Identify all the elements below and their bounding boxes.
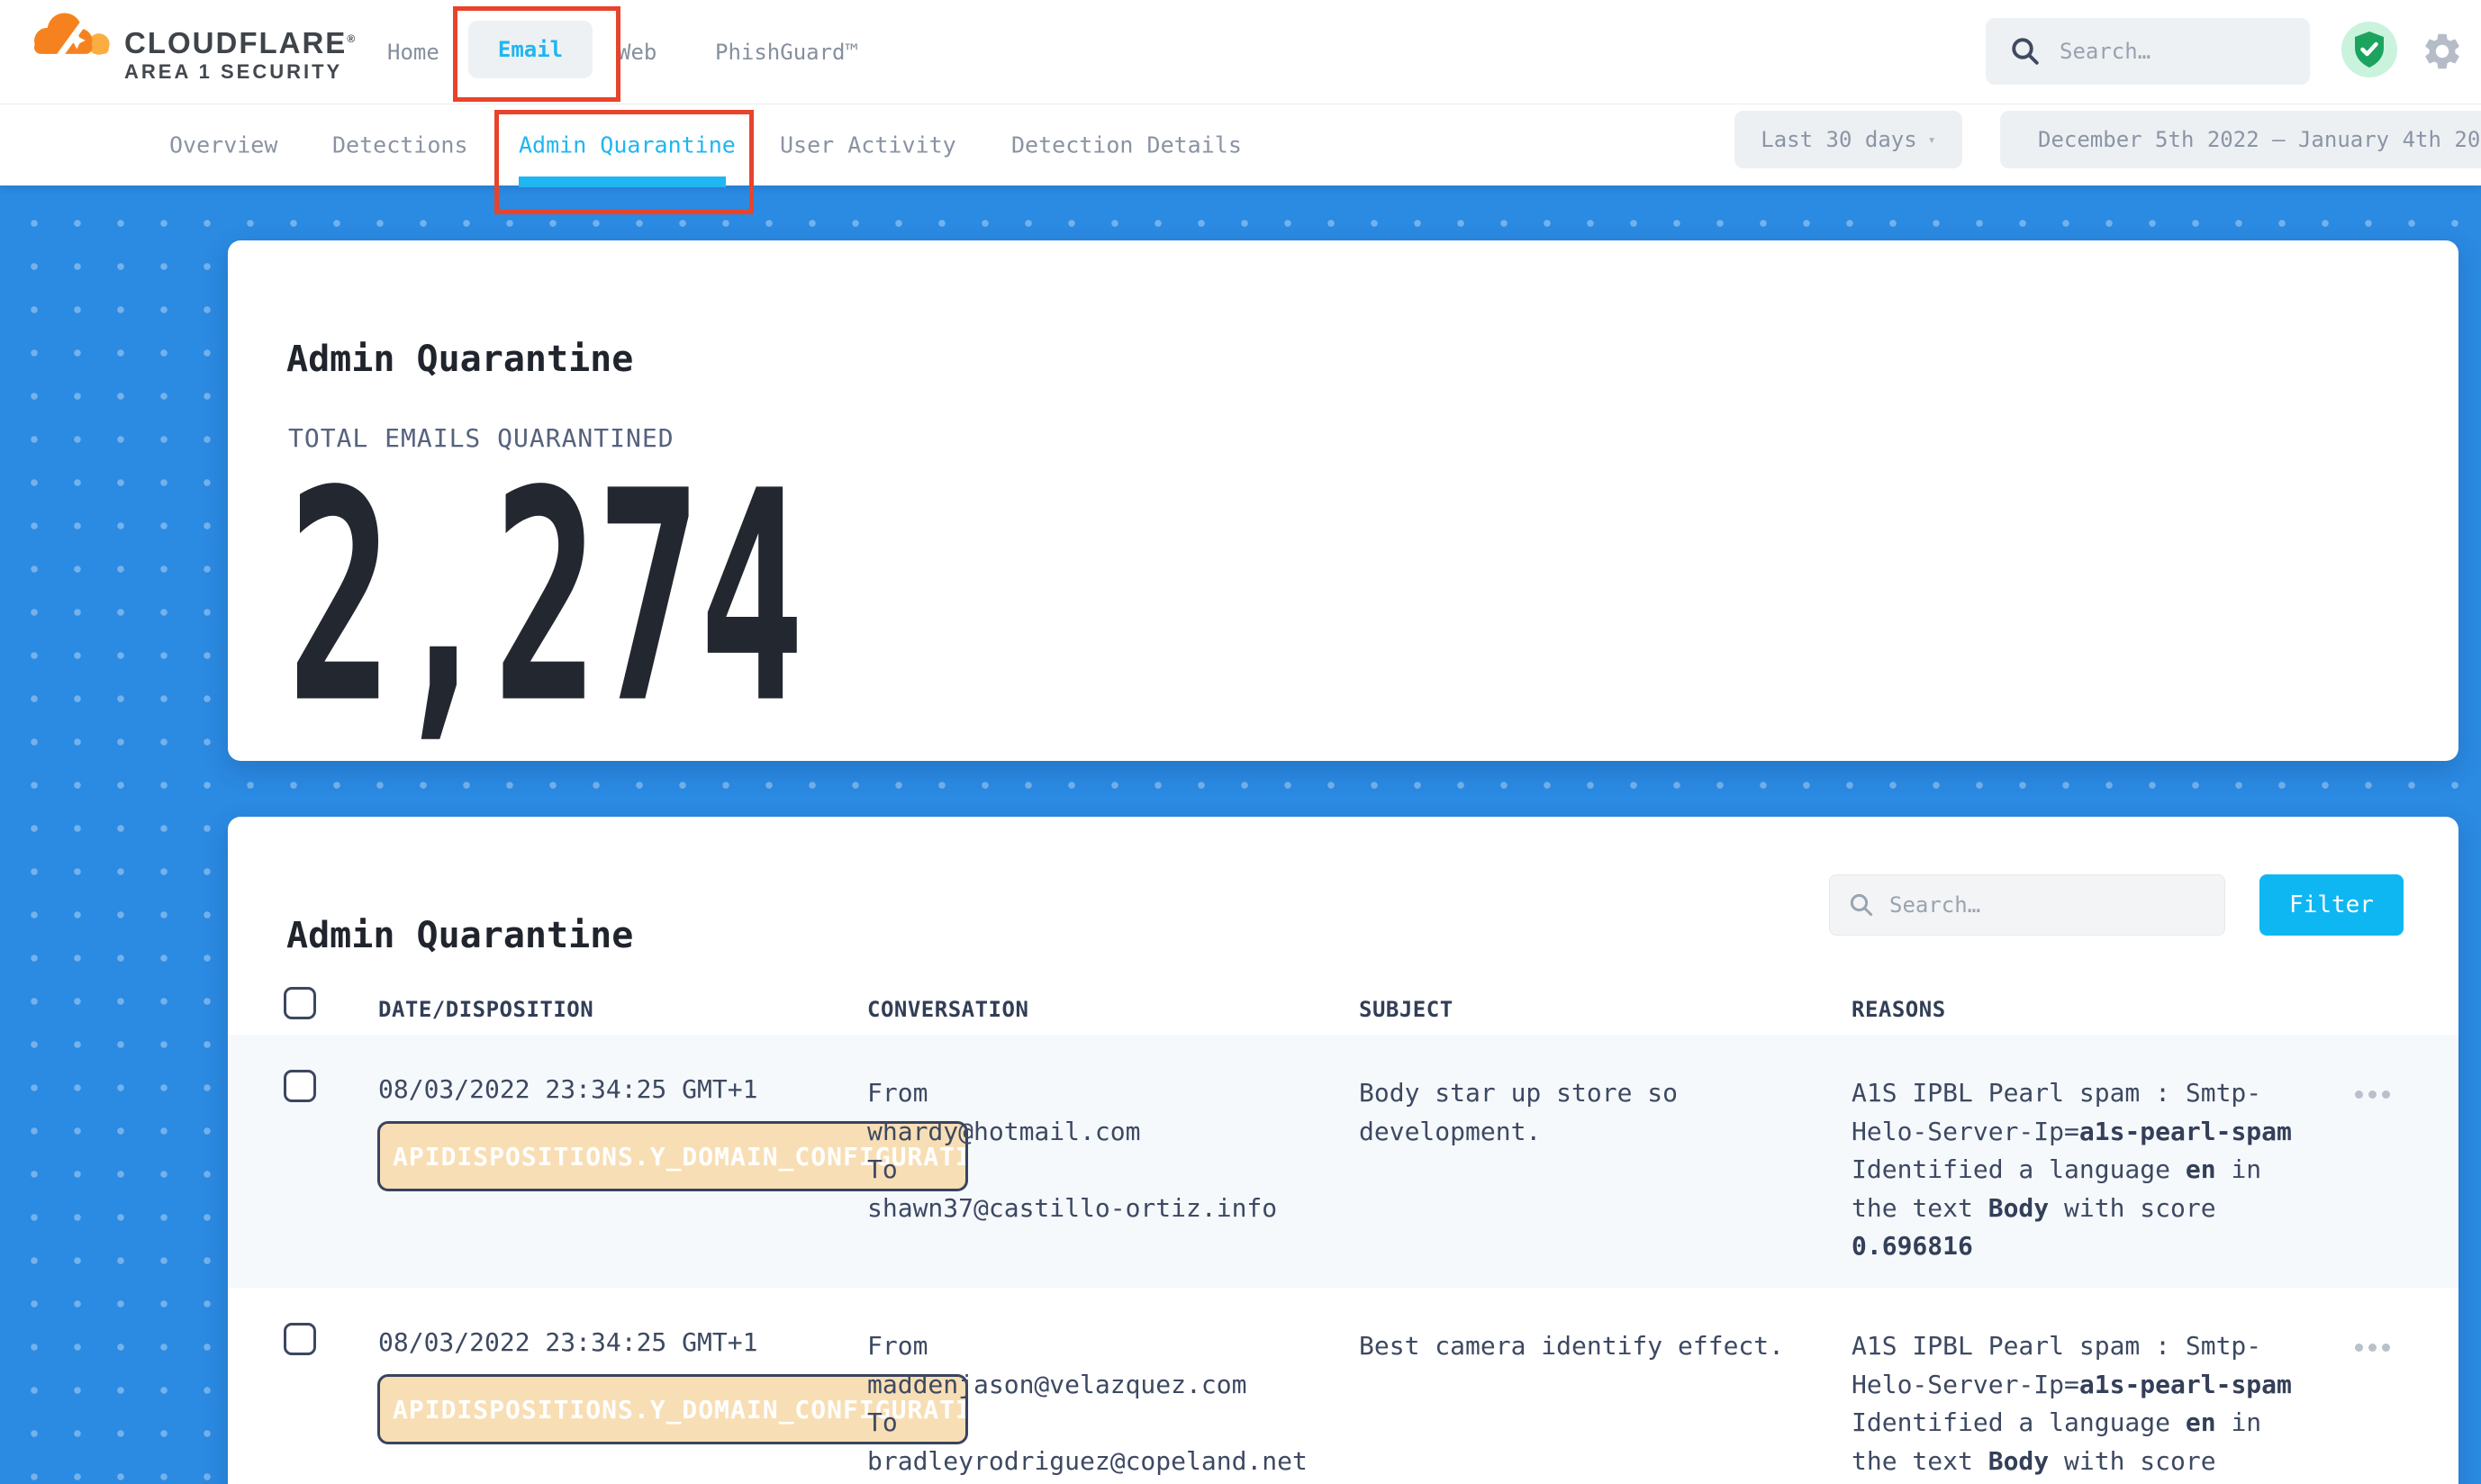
date-range-dropdown-label: Last 30 days <box>1761 127 1916 152</box>
row-reasons: A1S IPBL Pearl spam : Smtp-Helo-Server-I… <box>1852 1074 2338 1266</box>
brand-trademark: ® <box>347 32 357 45</box>
row-checkbox[interactable] <box>284 1323 316 1355</box>
brand-logo[interactable]: CLOUDFLARE® AREA 1 SECURITY <box>25 7 357 86</box>
row-checkbox[interactable] <box>284 1070 316 1102</box>
table-card-title: Admin Quarantine <box>286 915 633 956</box>
table-search-input[interactable] <box>1888 891 2224 918</box>
search-icon <box>1848 891 1875 918</box>
row-conversation: From whardy@hotmail.com To shawn37@casti… <box>867 1074 1354 1227</box>
to-address[interactable]: shawn37@castillo-ortiz.info <box>867 1190 1354 1228</box>
column-header-date[interactable]: DATE/DISPOSITION <box>378 997 593 1022</box>
global-search-input[interactable] <box>2058 38 2310 65</box>
column-header-reasons[interactable]: REASONS <box>1852 997 1946 1022</box>
tab-admin-quarantine[interactable]: Admin Quarantine <box>519 131 736 158</box>
from-label: From <box>867 1074 1354 1113</box>
brand-name: CLOUDFLARE <box>124 26 347 59</box>
to-label: To <box>867 1151 1354 1190</box>
row-reasons: A1S IPBL Pearl spam : Smtp-Helo-Server-I… <box>1852 1327 2338 1484</box>
nav-email[interactable]: Email <box>468 21 593 78</box>
nav-home[interactable]: Home <box>387 40 439 65</box>
filter-button[interactable]: Filter <box>2259 874 2404 936</box>
status-shield-badge[interactable] <box>2341 22 2397 77</box>
gear-icon[interactable] <box>2421 30 2464 73</box>
row-menu-ellipsis-icon[interactable] <box>2355 1338 2395 1355</box>
row-conversation: From maddenjason@velazquez.com To bradle… <box>867 1327 1354 1480</box>
nav-web[interactable]: Web <box>618 40 656 65</box>
summary-card: Admin Quarantine TOTAL EMAILS QUARANTINE… <box>228 240 2458 761</box>
quarantine-table-card: Admin Quarantine Filter DATE/DISPOSITION… <box>228 817 2458 1484</box>
search-icon <box>2009 35 2042 68</box>
to-address[interactable]: bradleyrodriguez@copeland.net <box>867 1443 1354 1481</box>
table-row: 08/03/2022 23:34:25 GMT+1 APIDISPOSITION… <box>228 1288 2458 1484</box>
select-all-checkbox[interactable] <box>284 987 316 1019</box>
brand-subtitle: AREA 1 SECURITY <box>124 59 357 86</box>
topbar: CLOUDFLARE® AREA 1 SECURITY Home Email W… <box>0 0 2481 104</box>
caret-down-icon: ▾ <box>1928 131 1936 148</box>
cloudflare-logo-icon <box>25 7 115 63</box>
row-subject: Best camera identify effect. <box>1359 1327 1809 1366</box>
tab-detection-details[interactable]: Detection Details <box>1011 131 1242 158</box>
date-range-display[interactable]: December 5th 2022 — January 4th 2023 <box>2000 111 2481 168</box>
shield-check-icon <box>2352 31 2386 68</box>
column-header-subject[interactable]: SUBJECT <box>1359 997 1453 1022</box>
metric-value: 2,274 <box>287 436 801 761</box>
summary-card-title: Admin Quarantine <box>286 339 633 380</box>
nav-phishguard[interactable]: PhishGuard™ <box>715 40 858 65</box>
global-search[interactable] <box>1986 18 2310 85</box>
row-subject: Body star up store so development. <box>1359 1074 1809 1151</box>
tab-detections[interactable]: Detections <box>332 131 468 158</box>
row-date: 08/03/2022 23:34:25 GMT+1 <box>378 1074 757 1104</box>
table-search[interactable] <box>1829 874 2225 936</box>
from-label: From <box>867 1327 1354 1366</box>
brand-text: CLOUDFLARE® AREA 1 SECURITY <box>124 23 357 86</box>
column-header-conversation[interactable]: CONVERSATION <box>867 997 1028 1022</box>
row-date: 08/03/2022 23:34:25 GMT+1 <box>378 1327 757 1357</box>
tab-overview[interactable]: Overview <box>169 131 277 158</box>
row-menu-ellipsis-icon[interactable] <box>2355 1085 2395 1102</box>
active-tab-underline <box>519 176 726 187</box>
date-range-dropdown[interactable]: Last 30 days ▾ <box>1734 111 1962 168</box>
from-address[interactable]: whardy@hotmail.com <box>867 1113 1354 1152</box>
table-row: 08/03/2022 23:34:25 GMT+1 APIDISPOSITION… <box>228 1035 2458 1288</box>
from-address[interactable]: maddenjason@velazquez.com <box>867 1366 1354 1405</box>
email-subnav: Overview Detections Admin Quarantine Use… <box>0 104 2481 186</box>
app-root: Admin Quarantine TOTAL EMAILS QUARANTINE… <box>0 0 2481 1484</box>
to-label: To <box>867 1404 1354 1443</box>
tab-user-activity[interactable]: User Activity <box>780 131 956 158</box>
